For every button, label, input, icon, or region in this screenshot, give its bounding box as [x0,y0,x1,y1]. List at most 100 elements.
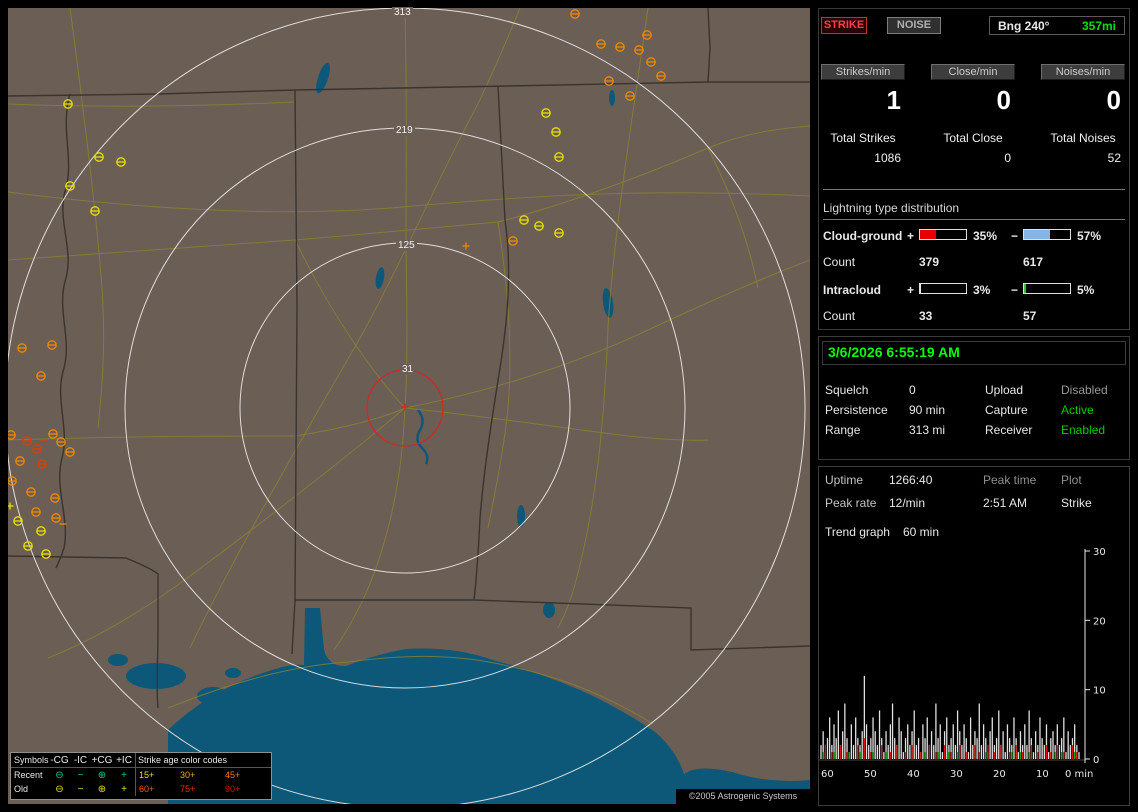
old-ic-plus-icon: + [113,784,135,795]
peak-rate-label: Peak rate [825,496,876,510]
status-panel: STRIKE NOISE Bng 240° 357mi Strikes/min … [818,8,1130,804]
svg-text:60: 60 [821,769,834,780]
counters-section: STRIKE NOISE Bng 240° 357mi Strikes/min … [818,8,1130,330]
cg-plus-bar [919,229,967,240]
svg-text:10: 10 [1093,686,1106,697]
noise-button[interactable]: NOISE [887,17,941,34]
legend-col-ic-plus: +IC [113,755,135,766]
recent-cg-minus-icon: ⊖ [49,770,70,781]
distribution-title: Lightning type distribution [823,201,1125,220]
ic-count-label: Count [823,309,855,323]
ic-plus-bar [919,283,967,294]
ic-minus-bar [1023,283,1071,294]
recent-ic-minus-icon: − [70,770,91,781]
persistence-value: 90 min [909,403,945,417]
strikes-per-min-header[interactable]: Strikes/min [821,64,905,80]
close-per-min-header[interactable]: Close/min [931,64,1015,80]
divider [823,189,1125,190]
cg-minus-count: 617 [1023,255,1043,269]
close-per-min-value: 0 [931,85,1015,116]
ic-minus-sign: − [1011,283,1018,297]
svg-text:20: 20 [1093,616,1106,627]
total-close-value: 0 [931,151,1015,165]
recent-cg-plus-icon: ⊕ [91,770,113,781]
legend-recent-label: Recent [11,770,49,780]
age-30: 30+ [180,770,225,780]
trend-graph-label: Trend graph [825,525,890,539]
peak-time-value: 2:51 AM [983,496,1027,510]
trend-window-value: 60 min [903,525,939,539]
svg-text:30: 30 [1093,547,1106,558]
persistence-label: Persistence [825,403,888,417]
cg-minus-bar-fill [1024,230,1050,239]
ring-label-219: 219 [394,125,415,136]
plot-label: Plot [1061,473,1082,487]
svg-text:10: 10 [1036,769,1049,780]
strike-button[interactable]: STRIKE [821,17,867,34]
old-ic-minus-icon: − [70,784,91,795]
ic-plus-pct: 3% [973,283,990,297]
ic-minus-count: 57 [1023,309,1036,323]
ic-minus-bar-fill [1024,284,1026,293]
copyright-text: ©2005 Astrogenic Systems [676,789,810,804]
ic-plus-sign: + [907,283,914,297]
total-noises-value: 52 [1041,151,1125,165]
uptime-value: 1266:40 [889,473,932,487]
noises-per-min-header[interactable]: Noises/min [1041,64,1125,80]
ic-minus-pct: 5% [1077,283,1094,297]
legend-symbols-header: Symbols [11,755,49,765]
age-15: 15+ [135,768,180,782]
datetime-display: 3/6/2026 6:55:19 AM [822,341,1126,365]
cg-plus-count: 379 [919,255,939,269]
cg-plus-bar-fill [920,230,936,239]
upload-label: Upload [985,383,1023,397]
ring-label-31: 31 [400,364,415,375]
old-cg-minus-icon: ⊖ [49,784,70,795]
app-window: 313 219 125 31 Symbols -CG -IC +CG +IC S… [0,0,1138,812]
cg-plus-pct: 35% [973,229,997,243]
legend-old-label: Old [11,784,49,794]
upload-status: Disabled [1061,383,1108,397]
total-strikes-label: Total Strikes [819,131,907,145]
cg-minus-bar [1023,229,1071,240]
age-90: 90+ [225,784,265,794]
squelch-label: Squelch [825,383,868,397]
legend-col-cg-plus: +CG [91,755,113,766]
noises-per-min-value: 0 [1041,85,1125,116]
range-value: 313 mi [909,423,945,437]
ring-label-313: 313 [392,7,413,18]
cloud-ground-label: Cloud-ground [823,229,902,243]
svg-text:40: 40 [907,769,920,780]
bearing-distance: 357mi [1082,19,1116,33]
peak-rate-value: 12/min [889,496,925,510]
legend-col-cg-minus: -CG [49,755,70,766]
age-45: 45+ [225,770,265,780]
uptime-label: Uptime [825,473,863,487]
old-cg-plus-icon: ⊕ [91,784,113,795]
svg-text:50: 50 [864,769,877,780]
total-close-label: Total Close [929,131,1017,145]
svg-text:20: 20 [993,769,1006,780]
ic-plus-count: 33 [919,309,932,323]
trend-graph: 30 20 10 0 60 50 40 30 20 10 0 min [819,547,1127,799]
trend-section: Uptime 1266:40 Peak time Plot Peak rate … [818,466,1130,806]
cg-minus-sign: − [1011,229,1018,243]
svg-text:30: 30 [950,769,963,780]
svg-text:0 min: 0 min [1065,769,1093,780]
age-75: 75+ [180,784,225,794]
intracloud-label: Intracloud [823,283,881,297]
strike-legend: Symbols -CG -IC +CG +IC Strike age color… [10,752,272,800]
ring-label-125: 125 [396,240,417,251]
receiver-label: Receiver [985,423,1032,437]
age-60: 60+ [135,782,180,796]
map-panel[interactable]: 313 219 125 31 Symbols -CG -IC +CG +IC S… [8,8,810,804]
strikes-per-min-value: 1 [821,85,905,116]
legend-age-header: Strike age color codes [135,753,265,767]
squelch-value: 0 [909,383,916,397]
legend-col-ic-minus: -IC [70,755,91,766]
plot-value: Strike [1061,496,1092,510]
cg-count-label: Count [823,255,855,269]
svg-text:0: 0 [1093,755,1099,766]
bearing-label: Bng 240° [998,19,1049,33]
settings-section: 3/6/2026 6:55:19 AM Squelch 0 Upload Dis… [818,336,1130,460]
